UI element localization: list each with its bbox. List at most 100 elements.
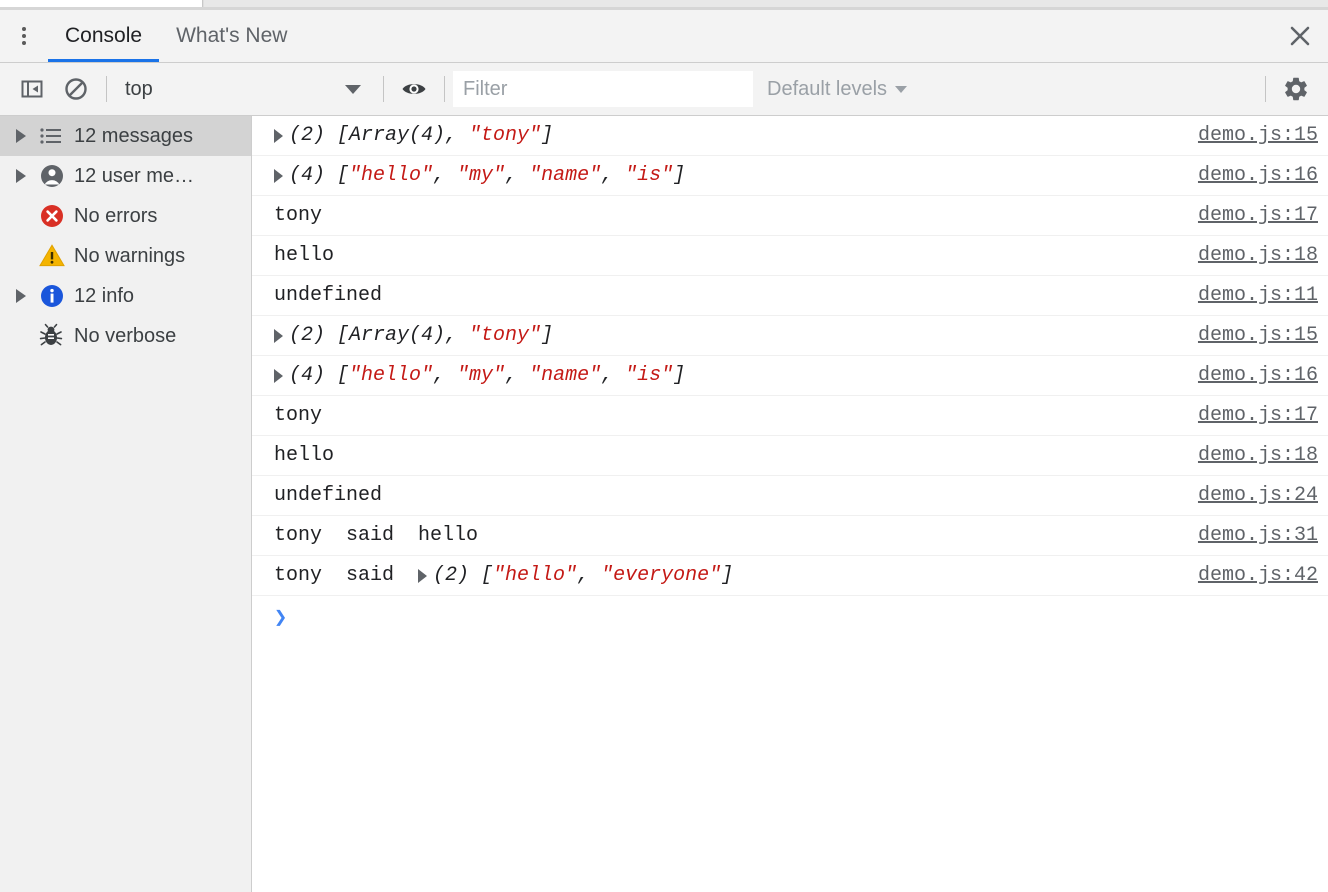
sidebar-item-warnings[interactable]: No warnings — [0, 236, 251, 276]
string-token: "my" — [457, 364, 506, 387]
string-token: "my" — [457, 164, 506, 187]
sidebar-item-user-messages[interactable]: 12 user me… — [0, 156, 251, 196]
source-link[interactable]: demo.js:11 — [1198, 284, 1318, 307]
close-icon — [1290, 26, 1310, 46]
browser-tab-partial — [0, 0, 203, 7]
clear-console-icon — [65, 78, 87, 100]
gear-icon — [1285, 77, 1307, 101]
string-token: "tony" — [469, 124, 542, 147]
code-token: , — [601, 364, 626, 387]
console-message-row[interactable]: undefined demo.js:24 — [252, 476, 1328, 516]
live-expression-button[interactable] — [392, 67, 436, 111]
sidebar-item-messages[interactable]: 12 messages — [0, 116, 251, 156]
tab-console[interactable]: Console — [48, 10, 160, 62]
code-token: (2) [ — [433, 564, 494, 587]
clear-console-button[interactable] — [54, 67, 98, 111]
string-token: "name" — [529, 364, 602, 387]
filter-input[interactable] — [453, 71, 753, 107]
sidebar-item-errors[interactable]: No errors — [0, 196, 251, 236]
tab-whats-new[interactable]: What's New — [159, 10, 304, 62]
string-token: "tony" — [469, 324, 542, 347]
source-link[interactable]: demo.js:15 — [1198, 124, 1318, 147]
code-token: hello — [274, 244, 335, 267]
source-link[interactable]: demo.js:31 — [1198, 524, 1318, 547]
code-token: , — [601, 164, 626, 187]
sidebar-item-verbose[interactable]: No verbose — [0, 316, 251, 356]
verbose-bug-icon — [38, 323, 74, 349]
expand-arrow[interactable] — [16, 289, 38, 303]
log-levels-selector[interactable]: Default levels — [753, 78, 921, 101]
console-message-row[interactable]: hello demo.js:18 — [252, 236, 1328, 276]
console-message-text: (2) [Array(4), "tony"] — [274, 124, 1184, 147]
string-token: "name" — [529, 164, 602, 187]
console-message-text: undefined — [274, 484, 1184, 507]
console-message-text: tony — [274, 404, 1184, 427]
console-prompt-row[interactable]: ❯ — [252, 596, 1328, 640]
expand-triangle-icon[interactable] — [274, 128, 283, 143]
source-link[interactable]: demo.js:42 — [1198, 564, 1318, 587]
tab-console-label: Console — [65, 24, 143, 47]
sidebar-item-info[interactable]: 12 info — [0, 276, 251, 316]
prompt-chevron-icon: ❯ — [274, 606, 288, 631]
console-message-row[interactable]: (2) [Array(4), "tony"] demo.js:15 — [252, 116, 1328, 156]
source-link[interactable]: demo.js:18 — [1198, 244, 1318, 267]
code-token: tony said hello — [274, 524, 479, 547]
toolbar-divider-2 — [383, 76, 384, 102]
console-message-row[interactable]: tony demo.js:17 — [252, 196, 1328, 236]
expand-arrow[interactable] — [16, 169, 38, 183]
settings-button[interactable] — [1274, 67, 1318, 111]
console-toolbar: top Default levels — [0, 63, 1328, 116]
code-token: ] — [673, 364, 686, 387]
sidebar-item-label: 12 messages — [74, 124, 193, 147]
code-token: ] — [541, 124, 554, 147]
close-devtools-button[interactable] — [1272, 10, 1328, 62]
string-token: "is" — [625, 164, 674, 187]
code-token: undefined — [274, 484, 383, 507]
source-link[interactable]: demo.js:15 — [1198, 324, 1318, 347]
code-token: hello — [274, 444, 335, 467]
console-message-row[interactable]: (2) [Array(4), "tony"] demo.js:15 — [252, 316, 1328, 356]
show-console-sidebar-icon — [21, 80, 43, 98]
console-message-text: tony — [274, 204, 1184, 227]
code-token: tony — [274, 204, 323, 227]
toolbar-divider-3 — [444, 76, 445, 102]
source-link[interactable]: demo.js:18 — [1198, 444, 1318, 467]
expand-triangle-icon[interactable] — [274, 328, 283, 343]
console-body: 12 messages 12 user me… No errors No war… — [0, 116, 1328, 892]
code-token: (4) [ — [289, 364, 350, 387]
console-message-row[interactable]: tony demo.js:17 — [252, 396, 1328, 436]
console-message-row[interactable]: (4) ["hello", "my", "name", "is"] demo.js… — [252, 356, 1328, 396]
expand-arrow[interactable] — [16, 129, 38, 143]
code-token: ] — [541, 324, 554, 347]
code-token: (2) [Array(4), — [289, 324, 470, 347]
source-link[interactable]: demo.js:16 — [1198, 164, 1318, 187]
expand-triangle-icon[interactable] — [274, 168, 283, 183]
sidebar-item-label: No errors — [74, 204, 158, 227]
code-token: , — [505, 164, 530, 187]
source-link[interactable]: demo.js:17 — [1198, 404, 1318, 427]
code-token: ] — [721, 564, 734, 587]
console-message-text: (4) ["hello", "my", "name", "is"] — [274, 164, 1184, 187]
expand-triangle-icon[interactable] — [418, 568, 428, 583]
toggle-console-sidebar-button[interactable] — [10, 67, 54, 111]
log-levels-label: Default levels — [767, 77, 888, 100]
console-message-text: hello — [274, 444, 1184, 467]
console-messages-container: (2) [Array(4), "tony"] demo.js:15 (4) ["he… — [252, 116, 1328, 596]
execution-context-selector[interactable]: top — [115, 78, 375, 101]
more-options-button[interactable] — [0, 10, 48, 62]
console-message-row[interactable]: (4) ["hello", "my", "name", "is"] demo.js… — [252, 156, 1328, 196]
expand-triangle-icon[interactable] — [274, 368, 283, 383]
list-icon — [38, 123, 74, 149]
console-message-row[interactable]: undefined demo.js:11 — [252, 276, 1328, 316]
toolbar-divider-4 — [1265, 76, 1266, 102]
chevron-down-icon — [345, 84, 361, 94]
console-message-row[interactable]: tony said (2) ["hello", "everyone"] demo.… — [252, 556, 1328, 596]
console-message-row[interactable]: hello demo.js:18 — [252, 436, 1328, 476]
sidebar-item-label: 12 info — [74, 284, 135, 307]
console-empty-area[interactable] — [252, 640, 1328, 892]
console-message-row[interactable]: tony said hello demo.js:31 — [252, 516, 1328, 556]
user-icon — [38, 162, 74, 190]
source-link[interactable]: demo.js:24 — [1198, 484, 1318, 507]
source-link[interactable]: demo.js:16 — [1198, 364, 1318, 387]
source-link[interactable]: demo.js:17 — [1198, 204, 1318, 227]
